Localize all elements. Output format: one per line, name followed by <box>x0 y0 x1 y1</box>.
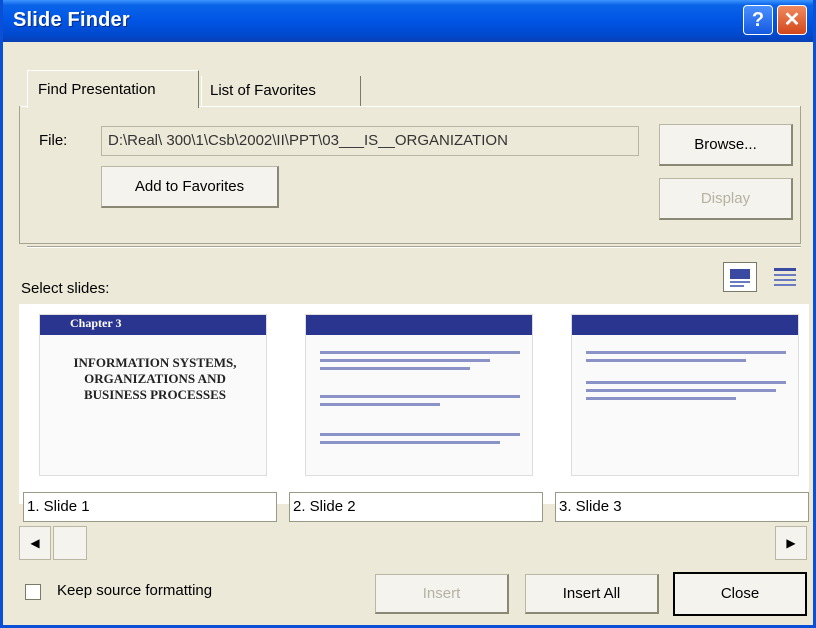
slide-bullet-line <box>586 381 786 384</box>
insert-button[interactable]: Insert <box>375 574 509 614</box>
horizontal-scrollbar[interactable]: ◀ ▶ <box>19 526 809 560</box>
browse-button[interactable]: Browse... <box>659 124 793 166</box>
title-bar[interactable]: Slide Finder ? ✕ <box>3 0 813 42</box>
slide-preview: Chapter 3 INFORMATION SYSTEMS, ORGANIZAT… <box>39 314 267 476</box>
slide-caption-3[interactable]: 3. Slide 3 <box>555 492 809 522</box>
slide-bullet-line <box>586 389 776 392</box>
select-slides-label: Select slides: <box>21 280 110 297</box>
slide-header-bar <box>572 315 798 335</box>
slide-preview <box>305 314 533 476</box>
slide-bullet-line <box>320 367 470 370</box>
add-to-favorites-button[interactable]: Add to Favorites <box>101 166 279 208</box>
file-label: File: <box>39 132 68 149</box>
tab-find-presentation[interactable]: Find Presentation <box>27 70 199 108</box>
slide-view-icon[interactable] <box>723 262 757 292</box>
slide-viewer[interactable]: Chapter 3 INFORMATION SYSTEMS, ORGANIZAT… <box>19 304 809 504</box>
slide-finder-dialog: Slide Finder ? ✕ Find Presentation List … <box>0 0 816 628</box>
slide-header-bar <box>306 315 532 335</box>
scroll-right-arrow-icon[interactable]: ▶ <box>775 526 807 560</box>
display-button[interactable]: Display <box>659 178 793 220</box>
file-path-field[interactable]: D:\Real\ 300\1\Csb\2002\II\PPT\03___IS__… <box>101 126 639 156</box>
keep-source-formatting-checkbox[interactable] <box>25 584 41 600</box>
slide-bullet-line <box>320 433 520 436</box>
slide-thumbnail-1[interactable]: Chapter 3 INFORMATION SYSTEMS, ORGANIZAT… <box>19 304 275 504</box>
slide-header-bar: Chapter 3 <box>40 315 266 335</box>
slide-bullet-line <box>586 351 786 354</box>
slide-bullet-line <box>320 351 520 354</box>
slide-preview <box>571 314 799 476</box>
slide-thumbnail-3[interactable] <box>551 304 807 504</box>
help-button[interactable]: ? <box>743 5 773 35</box>
close-window-button[interactable]: ✕ <box>777 5 807 35</box>
scroll-left-arrow-icon[interactable]: ◀ <box>19 526 51 560</box>
slide-caption-2[interactable]: 2. Slide 2 <box>289 492 543 522</box>
title-view-icon[interactable] <box>769 262 803 292</box>
keep-source-formatting-label[interactable]: Keep source formatting <box>57 582 212 599</box>
window-title: Slide Finder <box>13 9 130 31</box>
slide-thumbnail-2[interactable] <box>285 304 541 504</box>
slide-bullet-line <box>586 397 736 400</box>
insert-all-button[interactable]: Insert All <box>525 574 659 614</box>
close-button[interactable]: Close <box>673 572 807 616</box>
slide-body-text: INFORMATION SYSTEMS, ORGANIZATIONS AND B… <box>73 355 237 402</box>
scroll-thumb[interactable] <box>53 526 87 560</box>
slide-bullet-line <box>320 403 440 406</box>
slide-bullet-line <box>320 395 520 398</box>
slide-header-text: Chapter 3 <box>70 316 122 330</box>
slide-bullet-line <box>320 441 500 444</box>
section-separator <box>27 246 801 248</box>
slide-bullet-line <box>586 359 746 362</box>
slide-bullet-line <box>320 359 490 362</box>
tab-list-of-favorites[interactable]: List of Favorites <box>201 76 361 106</box>
slide-caption-1[interactable]: 1. Slide 1 <box>23 492 277 522</box>
